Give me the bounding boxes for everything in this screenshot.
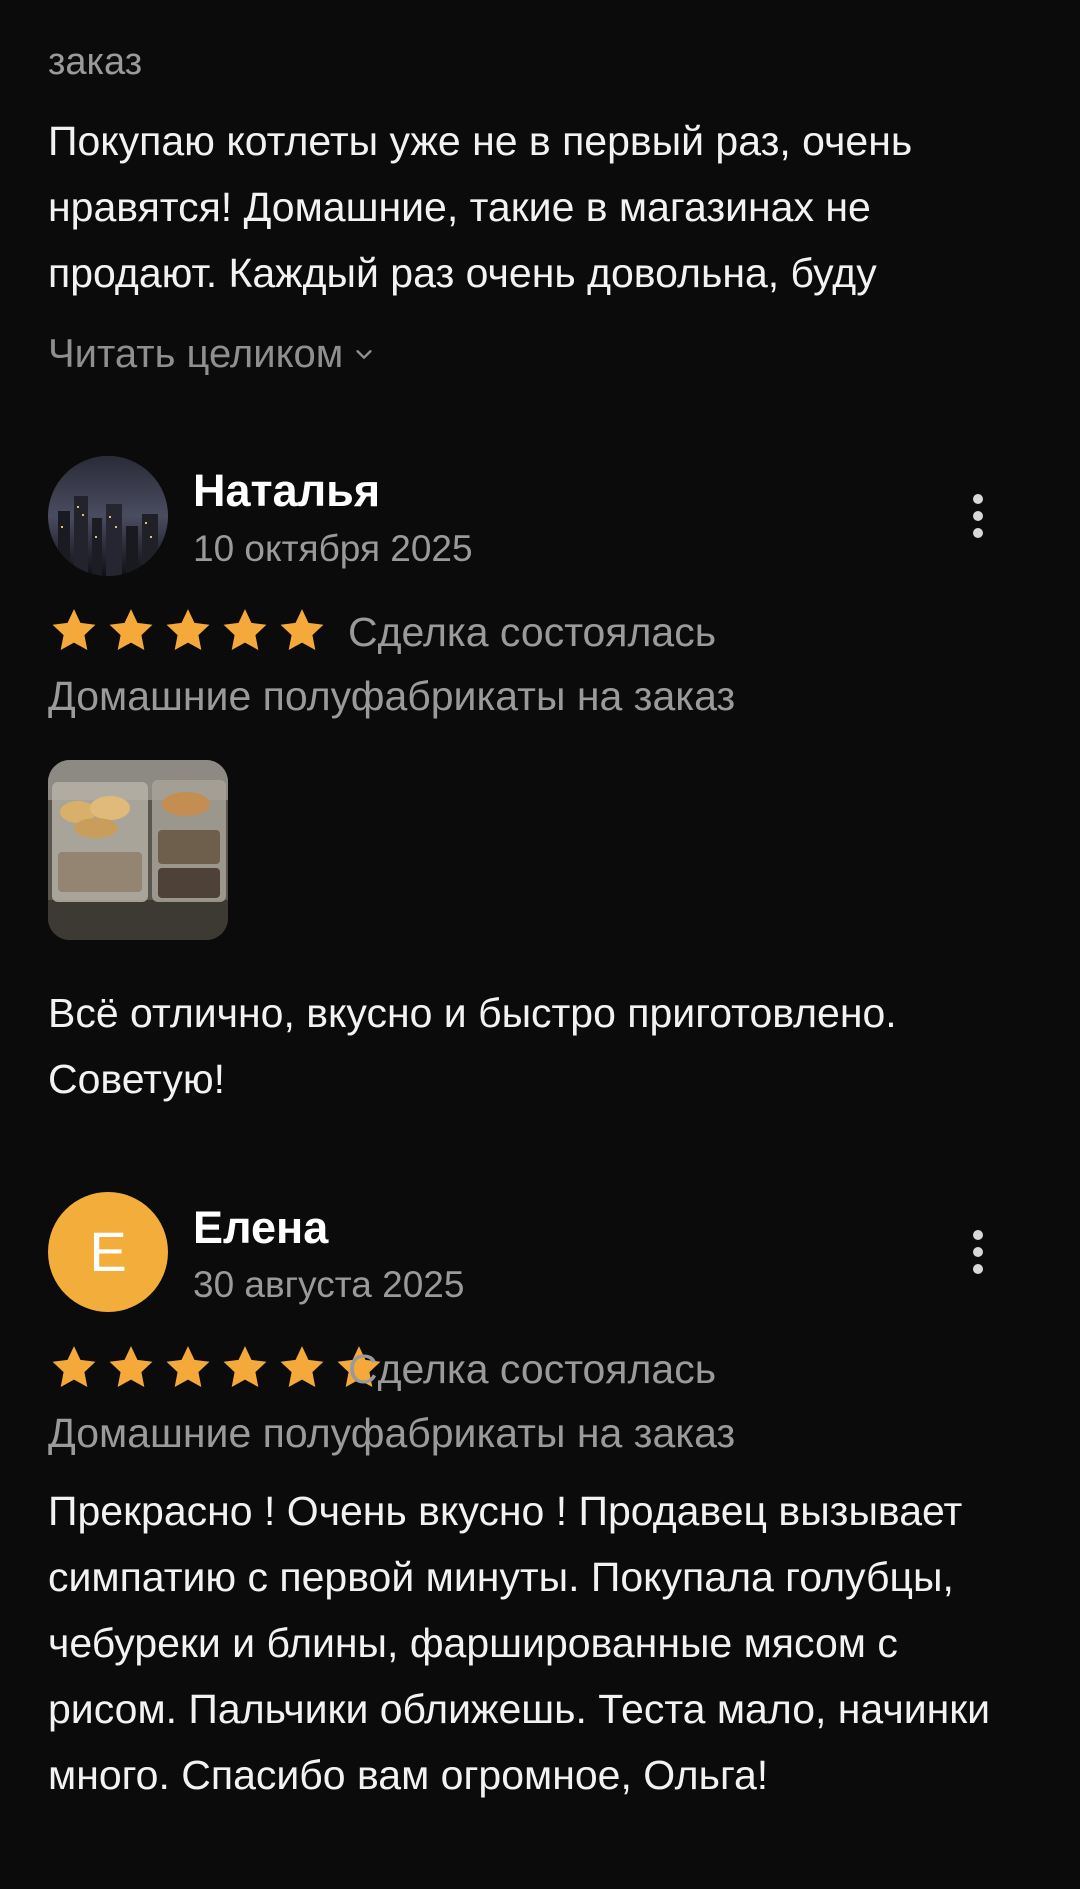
star-icon [52,609,96,650]
reviewer-name: Наталья [193,465,381,516]
review-date: 10 октября 2025 [193,528,473,569]
food-containers-photo [48,760,228,940]
avatar[interactable] [48,456,168,576]
review-photo[interactable] [48,760,228,940]
reviewer-name: Елена [193,1202,329,1253]
review-text: Покупаю котлеты уже не в первый раз, оче… [48,118,913,296]
read-more-label: Читать целиком [48,332,344,376]
rating-stars [48,1343,385,1393]
star-icon [280,1346,324,1387]
star-icon [166,1346,210,1387]
chevron-down-icon [356,350,372,359]
read-more-link[interactable]: Читать целиком [48,330,375,378]
star-icon [223,609,267,650]
star-icon [223,1346,267,1387]
avatar[interactable]: Е [48,1192,168,1312]
star-icon [109,1346,153,1387]
reviews-page: заказ Покупаю котлеты уже не в первый ра… [0,0,1080,1889]
review-category: заказ [48,41,143,83]
star-icon [166,609,210,650]
review-category: Домашние полуфабрикаты на заказ [48,1410,736,1456]
review-text: Всё отлично, вкусно и быстро приготовлен… [48,990,897,1102]
review-text: Прекрасно ! Очень вкусно ! Продавец вызы… [48,1488,991,1798]
cropped-category-line [48,0,1038,26]
vertical-dots-icon[interactable] [960,1222,996,1282]
city-night-photo [48,456,168,576]
star-icon [109,609,153,650]
vertical-dots-icon[interactable] [960,486,996,546]
star-icon [52,1346,96,1387]
deal-status: Сделка состоялась [348,609,717,655]
deal-status: Сделка состоялась [348,1346,717,1392]
review-date: 30 августа 2025 [193,1264,465,1305]
star-icon [280,609,324,650]
rating-stars [48,606,328,656]
review-category: Домашние полуфабрикаты на заказ [48,673,736,719]
